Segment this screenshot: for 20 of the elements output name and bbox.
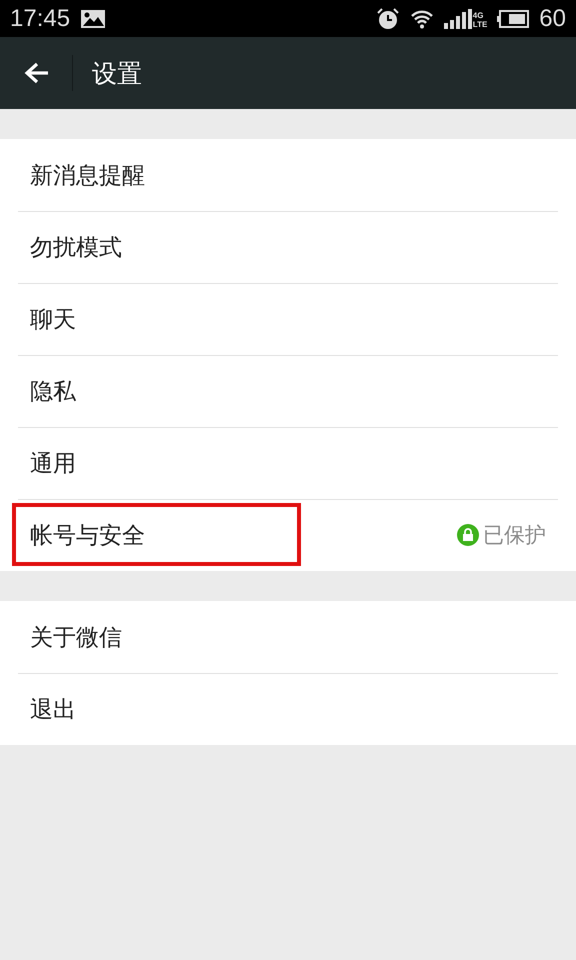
battery-icon — [497, 10, 530, 28]
network-type: LTE — [472, 20, 488, 28]
network-type: 4G — [472, 10, 484, 20]
settings-item[interactable]: 退出 — [0, 673, 576, 745]
lock-icon — [457, 524, 479, 546]
page-title: 设置 — [92, 58, 142, 90]
settings-item[interactable]: 关于微信 — [0, 601, 576, 673]
wifi-icon — [410, 8, 434, 28]
settings-item[interactable]: 勿扰模式 — [0, 211, 576, 283]
settings-item[interactable]: 聊天 — [0, 283, 576, 355]
image-icon — [80, 8, 106, 28]
status-time: 17:45 — [10, 4, 70, 32]
settings-item[interactable]: 新消息提醒 — [0, 139, 576, 211]
status-text: 已保护 — [483, 522, 546, 549]
alarm-icon — [376, 6, 400, 30]
settings-item[interactable]: 通用 — [0, 427, 576, 499]
signal-icon — [444, 8, 472, 28]
battery-level: 60 — [539, 4, 566, 32]
settings-item[interactable]: 隐私 — [0, 355, 576, 427]
settings-item[interactable]: 帐号与安全 已保护 — [0, 499, 576, 571]
